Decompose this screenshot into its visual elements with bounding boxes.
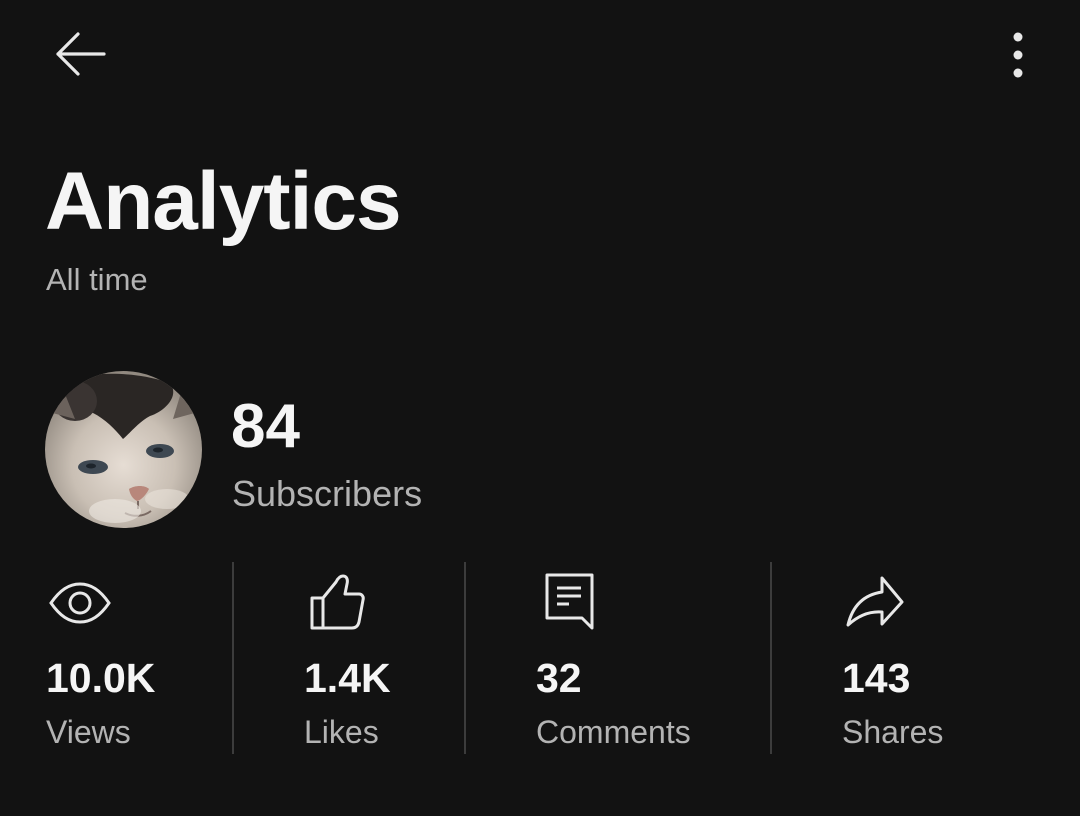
stat-label: Likes <box>304 714 379 750</box>
thumbs-up-icon <box>310 574 365 630</box>
page-title: Analytics <box>45 156 402 247</box>
avatar <box>45 371 202 528</box>
kitten-avatar-image <box>45 371 202 528</box>
stat-likes: 1.4K Likes <box>304 560 454 755</box>
more-options-button[interactable] <box>990 24 1046 86</box>
more-vertical-icon <box>1013 32 1023 78</box>
stat-label: Views <box>46 714 131 750</box>
divider <box>464 562 466 754</box>
stat-value: 10.0K <box>46 655 156 701</box>
stat-views: 10.0K Views <box>46 560 216 755</box>
back-button[interactable] <box>48 24 112 84</box>
stat-value: 143 <box>842 655 911 701</box>
divider <box>770 562 772 754</box>
eye-icon <box>49 582 111 624</box>
stat-label: Shares <box>842 714 944 750</box>
share-icon <box>846 576 904 627</box>
subscribers-count: 84 <box>231 392 300 461</box>
time-range-label: All time <box>46 262 148 297</box>
divider <box>232 562 234 754</box>
stat-value: 32 <box>536 655 582 701</box>
stat-label: Comments <box>536 714 691 750</box>
stat-comments: 32 Comments <box>536 560 746 755</box>
arrow-left-icon <box>56 32 106 76</box>
stat-shares: 143 Shares <box>842 560 1032 755</box>
comment-icon <box>545 573 594 630</box>
stat-value: 1.4K <box>304 655 391 701</box>
subscribers-label: Subscribers <box>232 473 423 514</box>
